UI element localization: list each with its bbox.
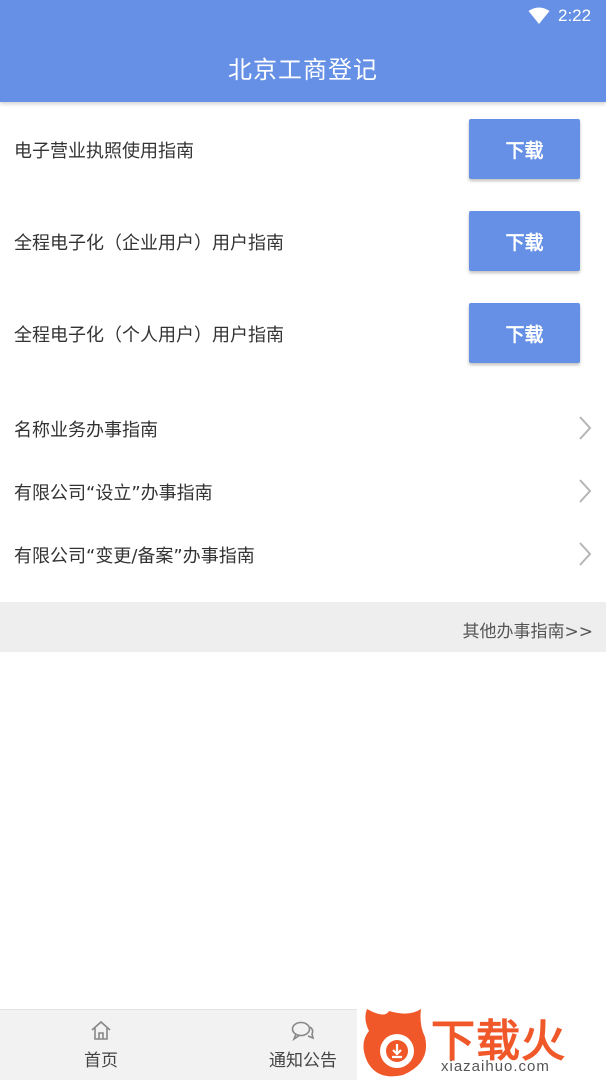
download-button[interactable]: 下载 (469, 303, 580, 363)
watermark-url: xiazaihuo.com (441, 1058, 550, 1075)
status-bar: 2:22 (0, 0, 606, 32)
app-header: 2:22 北京工商登记 (0, 0, 606, 102)
guide-item-label: 有限公司“变更/备案”办事指南 (14, 546, 255, 567)
download-row-enterprise-guide: 全程电子化（企业用户）用户指南 下载 (0, 194, 606, 286)
app-screen: 2:22 北京工商登记 电子营业执照使用指南 下载 全程电子化（企业用户）用户指… (0, 0, 606, 1080)
guide-item-name-business[interactable]: 名称业务办事指南 (0, 396, 606, 459)
chevron-right-icon (579, 416, 592, 440)
tab-label: 首页 (84, 1051, 118, 1071)
wifi-icon (528, 7, 550, 24)
guide-item-label: 有限公司“设立”办事指南 (14, 483, 213, 504)
download-row-personal-guide: 全程电子化（个人用户）用户指南 下载 (0, 286, 606, 378)
watermark: 下载火 xiazaihuo.com (357, 1001, 606, 1080)
chevron-right-icon (579, 479, 592, 503)
home-icon (91, 1020, 111, 1040)
tab-label: 通知公告 (269, 1051, 337, 1071)
chevron-right-icon (579, 542, 592, 566)
download-row-label: 全程电子化（企业用户）用户指南 (14, 233, 284, 254)
download-button[interactable]: 下载 (469, 211, 580, 271)
tab-notices[interactable]: 通知公告 (233, 1010, 373, 1080)
download-row-label: 电子营业执照使用指南 (14, 141, 194, 162)
chat-bubbles-icon (291, 1021, 315, 1042)
other-guides-bar: 其他办事指南>> (0, 602, 606, 652)
guide-item-company-setup[interactable]: 有限公司“设立”办事指南 (0, 459, 606, 522)
other-guides-link[interactable]: 其他办事指南>> (463, 617, 594, 642)
download-button[interactable]: 下载 (469, 119, 580, 179)
flame-logo-icon (363, 1009, 427, 1077)
tab-home[interactable]: 首页 (31, 1010, 171, 1080)
guide-item-label: 名称业务办事指南 (14, 420, 158, 441)
download-row-label: 全程电子化（个人用户）用户指南 (14, 325, 284, 346)
status-time: 2:22 (558, 6, 592, 25)
page-title: 北京工商登记 (228, 56, 378, 84)
guide-item-company-change[interactable]: 有限公司“变更/备案”办事指南 (0, 522, 606, 585)
download-row-license-guide: 电子营业执照使用指南 下载 (0, 102, 606, 194)
